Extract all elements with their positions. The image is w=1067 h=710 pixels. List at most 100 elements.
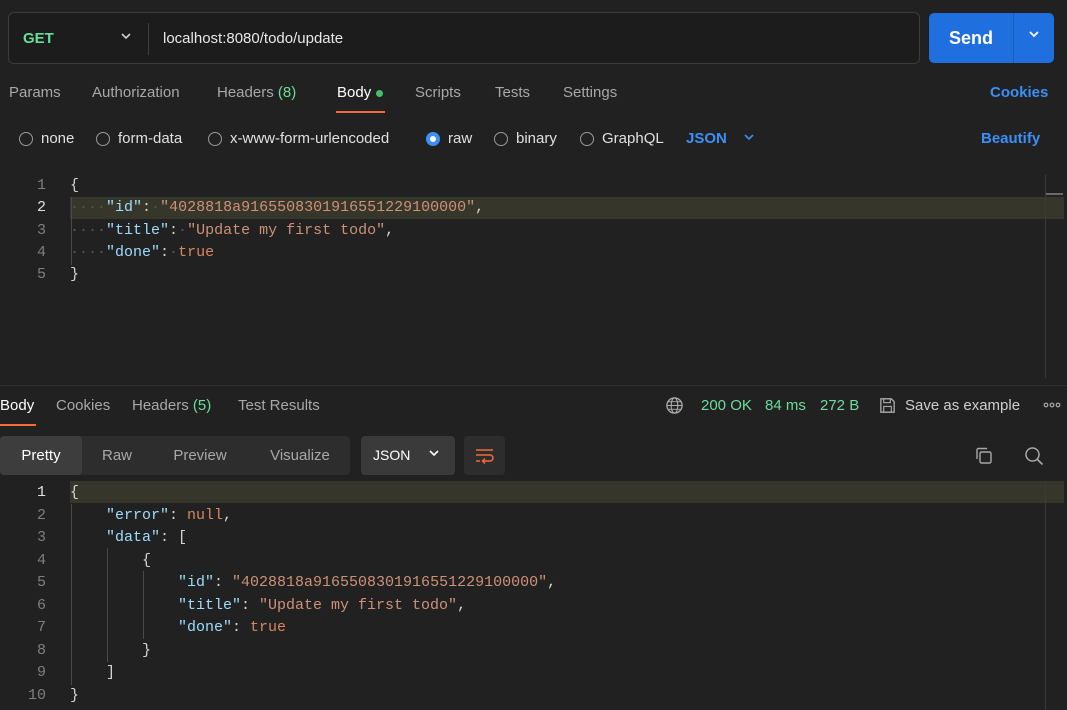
response-size[interactable]: 272 B bbox=[820, 397, 859, 414]
response-tab-headers-label: Headers bbox=[132, 397, 189, 414]
radio-circle bbox=[494, 131, 508, 146]
response-headers-count: (5) bbox=[192, 397, 212, 414]
json-key: "title" bbox=[106, 222, 170, 239]
editor-scrollbar[interactable] bbox=[1045, 175, 1046, 378]
view-preview[interactable]: Preview bbox=[160, 436, 240, 475]
json-key: "id" bbox=[106, 199, 143, 216]
tab-tests[interactable]: Tests bbox=[495, 84, 530, 101]
line-number: 7 bbox=[36, 619, 46, 636]
open-brace: { bbox=[70, 484, 80, 501]
radio-raw[interactable]: raw bbox=[426, 130, 472, 147]
current-line-highlight bbox=[70, 481, 1064, 503]
active-tab-indicator bbox=[336, 111, 385, 113]
json-key: "data" bbox=[106, 529, 161, 546]
radio-form-data[interactable]: form-data bbox=[96, 130, 182, 147]
json-value: "4028818a9165508301916551229100000" bbox=[160, 199, 476, 216]
open-bracket: [ bbox=[178, 529, 188, 546]
cookies-link[interactable]: Cookies bbox=[990, 84, 1048, 101]
json-key: "id" bbox=[178, 574, 215, 591]
json-key: "done" bbox=[106, 244, 161, 261]
open-brace: { bbox=[70, 177, 80, 194]
chevron-down-icon[interactable] bbox=[119, 29, 133, 47]
response-format-selector[interactable]: JSON bbox=[361, 436, 455, 475]
scrollbar-marker bbox=[1046, 193, 1063, 195]
indent-guide bbox=[143, 571, 144, 639]
pane-divider[interactable] bbox=[0, 385, 1067, 386]
tab-scripts[interactable]: Scripts bbox=[415, 84, 461, 101]
url-bar: GET bbox=[8, 12, 920, 64]
json-key: "title" bbox=[178, 597, 242, 614]
json-key: "error" bbox=[106, 507, 170, 524]
response-tab-headers[interactable]: Headers (5) bbox=[132, 397, 211, 414]
code-line: ····"id":·"4028818a916550830191655122910… bbox=[70, 199, 485, 216]
response-tab-body[interactable]: Body bbox=[0, 397, 34, 414]
chevron-down-icon[interactable] bbox=[742, 130, 756, 148]
tab-headers[interactable]: Headers (8) bbox=[217, 84, 296, 101]
language-selector[interactable]: JSON bbox=[686, 130, 727, 147]
response-tab-test-results[interactable]: Test Results bbox=[238, 397, 320, 414]
close-brace: } bbox=[70, 687, 80, 704]
radio-urlencoded[interactable]: x-www-form-urlencoded bbox=[208, 130, 389, 147]
json-value: "4028818a9165508301916551229100000" bbox=[232, 574, 548, 591]
tab-authorization[interactable]: Authorization bbox=[92, 84, 180, 101]
viewer-scrollbar[interactable] bbox=[1045, 484, 1046, 710]
radio-raw-label: raw bbox=[448, 130, 473, 147]
more-options-icon[interactable] bbox=[1042, 398, 1062, 416]
save-icon[interactable] bbox=[878, 396, 897, 419]
code-line: } bbox=[70, 266, 79, 283]
body-modified-dot bbox=[376, 89, 384, 97]
method-selector[interactable]: GET bbox=[23, 30, 54, 47]
json-value: "Update my first todo" bbox=[259, 597, 458, 614]
item-open-brace: { bbox=[142, 552, 152, 569]
line-number: 2 bbox=[36, 199, 46, 216]
json-value: true bbox=[250, 619, 287, 636]
url-input[interactable] bbox=[163, 27, 903, 49]
send-options-chevron-icon[interactable] bbox=[1027, 27, 1041, 45]
item-close-brace: } bbox=[142, 642, 152, 659]
json-key: "done" bbox=[178, 619, 233, 636]
line-number: 6 bbox=[36, 597, 46, 614]
radio-circle bbox=[19, 131, 33, 146]
line-number: 5 bbox=[36, 266, 46, 283]
tab-body[interactable]: Body bbox=[337, 84, 384, 101]
radio-binary[interactable]: binary bbox=[494, 130, 557, 147]
tab-body-label: Body bbox=[337, 84, 372, 101]
view-visualize[interactable]: Visualize bbox=[256, 436, 344, 475]
view-pretty[interactable]: Pretty bbox=[0, 436, 82, 475]
response-time[interactable]: 84 ms bbox=[765, 397, 806, 414]
globe-icon[interactable] bbox=[665, 396, 684, 419]
view-raw[interactable]: Raw bbox=[88, 436, 146, 475]
radio-graphql[interactable]: GraphQL bbox=[580, 130, 664, 147]
line-number: 8 bbox=[36, 642, 46, 659]
wrap-lines-button[interactable] bbox=[464, 436, 505, 475]
headers-count: (8) bbox=[277, 84, 297, 101]
radio-urlencoded-label: x-www-form-urlencoded bbox=[230, 130, 390, 147]
radio-none[interactable]: none bbox=[19, 130, 74, 147]
line-number: 3 bbox=[36, 529, 46, 546]
code-line: "id": "4028818a9165508301916551229100000… bbox=[178, 574, 557, 591]
line-number: 4 bbox=[36, 244, 46, 261]
search-icon[interactable] bbox=[1024, 446, 1044, 470]
active-tab-indicator bbox=[0, 424, 36, 426]
code-line: "done": true bbox=[178, 619, 287, 636]
status-code[interactable]: 200 OK bbox=[701, 397, 752, 414]
json-value: true bbox=[178, 244, 215, 261]
beautify-button[interactable]: Beautify bbox=[981, 130, 1040, 147]
indent-guide bbox=[107, 548, 108, 662]
line-number: 1 bbox=[36, 484, 46, 501]
code-line: ] bbox=[106, 664, 115, 681]
code-line: { bbox=[70, 484, 79, 501]
radio-form-data-label: form-data bbox=[118, 130, 183, 147]
tab-settings[interactable]: Settings bbox=[563, 84, 617, 101]
line-number: 9 bbox=[36, 664, 46, 681]
response-tab-cookies[interactable]: Cookies bbox=[56, 397, 110, 414]
format-label: JSON bbox=[373, 447, 411, 463]
radio-circle bbox=[580, 131, 594, 146]
radio-graphql-label: GraphQL bbox=[602, 130, 664, 147]
send-button[interactable]: Send bbox=[929, 13, 1054, 63]
line-number: 3 bbox=[36, 222, 46, 239]
tab-params[interactable]: Params bbox=[9, 84, 61, 101]
copy-icon[interactable] bbox=[974, 446, 994, 470]
save-as-example-button[interactable]: Save as example bbox=[905, 397, 1020, 414]
send-separator bbox=[1013, 13, 1014, 63]
